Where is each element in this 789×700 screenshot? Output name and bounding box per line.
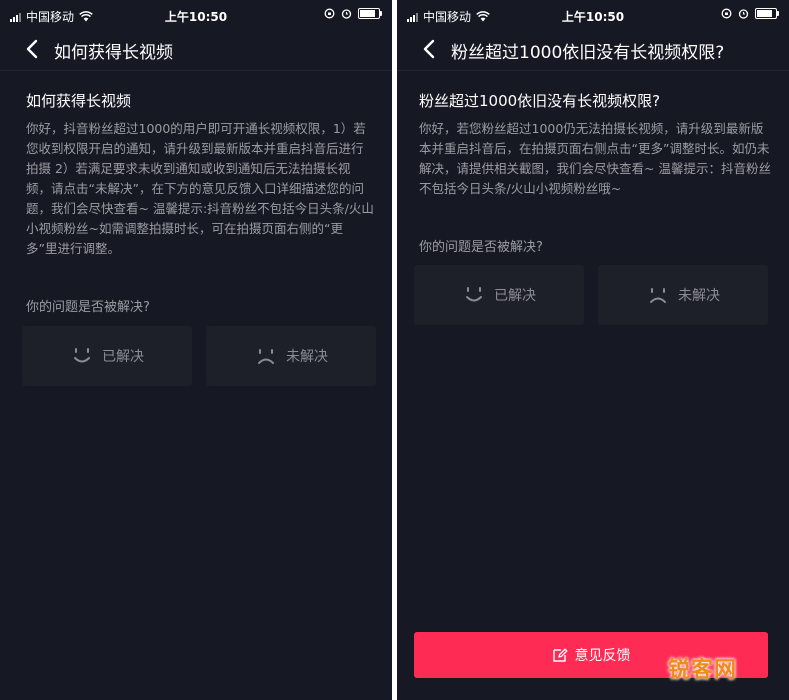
back-icon[interactable] <box>419 38 441 60</box>
back-icon[interactable] <box>22 38 44 60</box>
unsolved-label: 未解决 <box>286 349 328 365</box>
unsolved-button[interactable]: 未解决 <box>598 265 768 325</box>
article-body: 你好，若您粉丝超过1000仍无法拍摄长视频，请升级到最新版本并重启抖音后，在拍摄… <box>419 121 771 196</box>
article: 粉丝超过1000依旧没有长视频权限? 你好，若您粉丝超过1000仍无法拍摄长视频… <box>419 90 771 199</box>
rotation-lock-icon <box>721 8 732 19</box>
nav-bar: 粉丝超过1000依旧没有长视频权限? <box>397 30 789 71</box>
status-bar: 中国移动 上午10:50 <box>0 0 392 30</box>
article-title: 粉丝超过1000依旧没有长视频权限? <box>419 92 661 110</box>
battery-icon <box>755 8 779 19</box>
feedback-label: 意见反馈 <box>574 648 631 664</box>
page-title: 粉丝超过1000依旧没有长视频权限? <box>451 43 725 63</box>
alarm-icon <box>738 9 749 19</box>
article-body: 你好，抖音粉丝超过1000的用户即可开通长视频权限，1）若您收到权限开启的通知，… <box>26 121 374 256</box>
resolved-question: 你的问题是否被解决? <box>26 300 150 315</box>
watermark: 锐客网 <box>668 658 738 683</box>
page-title: 如何获得长视频 <box>54 43 173 63</box>
smile-icon <box>466 287 482 302</box>
solved-button[interactable]: 已解决 <box>414 265 584 325</box>
article-title: 如何获得长视频 <box>26 92 132 110</box>
frown-icon <box>258 349 274 364</box>
unsolved-label: 未解决 <box>678 288 720 304</box>
status-bar: 中国移动 上午10:50 <box>397 0 789 30</box>
solved-label: 已解决 <box>494 288 536 304</box>
battery-icon <box>358 8 382 19</box>
article: 如何获得长视频 你好，抖音粉丝超过1000的用户即可开通长视频权限，1）若您收到… <box>26 90 374 259</box>
nav-bar: 如何获得长视频 <box>0 30 392 71</box>
solved-label: 已解决 <box>102 349 144 365</box>
alarm-icon <box>341 9 352 19</box>
unsolved-button[interactable]: 未解决 <box>206 326 376 386</box>
resolved-question: 你的问题是否被解决? <box>419 240 543 255</box>
phone-screen-left: 中国移动 上午10:50 如何获得长视频 如何获得长视频 你好，抖音粉丝超过10… <box>0 0 392 700</box>
smile-icon <box>74 348 90 363</box>
frown-icon <box>650 288 666 303</box>
phone-screen-right: 中国移动 上午10:50 粉丝超过1000依旧没有长视频权限? 粉丝超过1000… <box>397 0 789 700</box>
edit-icon <box>552 648 567 662</box>
rotation-lock-icon <box>324 8 335 19</box>
solved-button[interactable]: 已解决 <box>22 326 192 386</box>
